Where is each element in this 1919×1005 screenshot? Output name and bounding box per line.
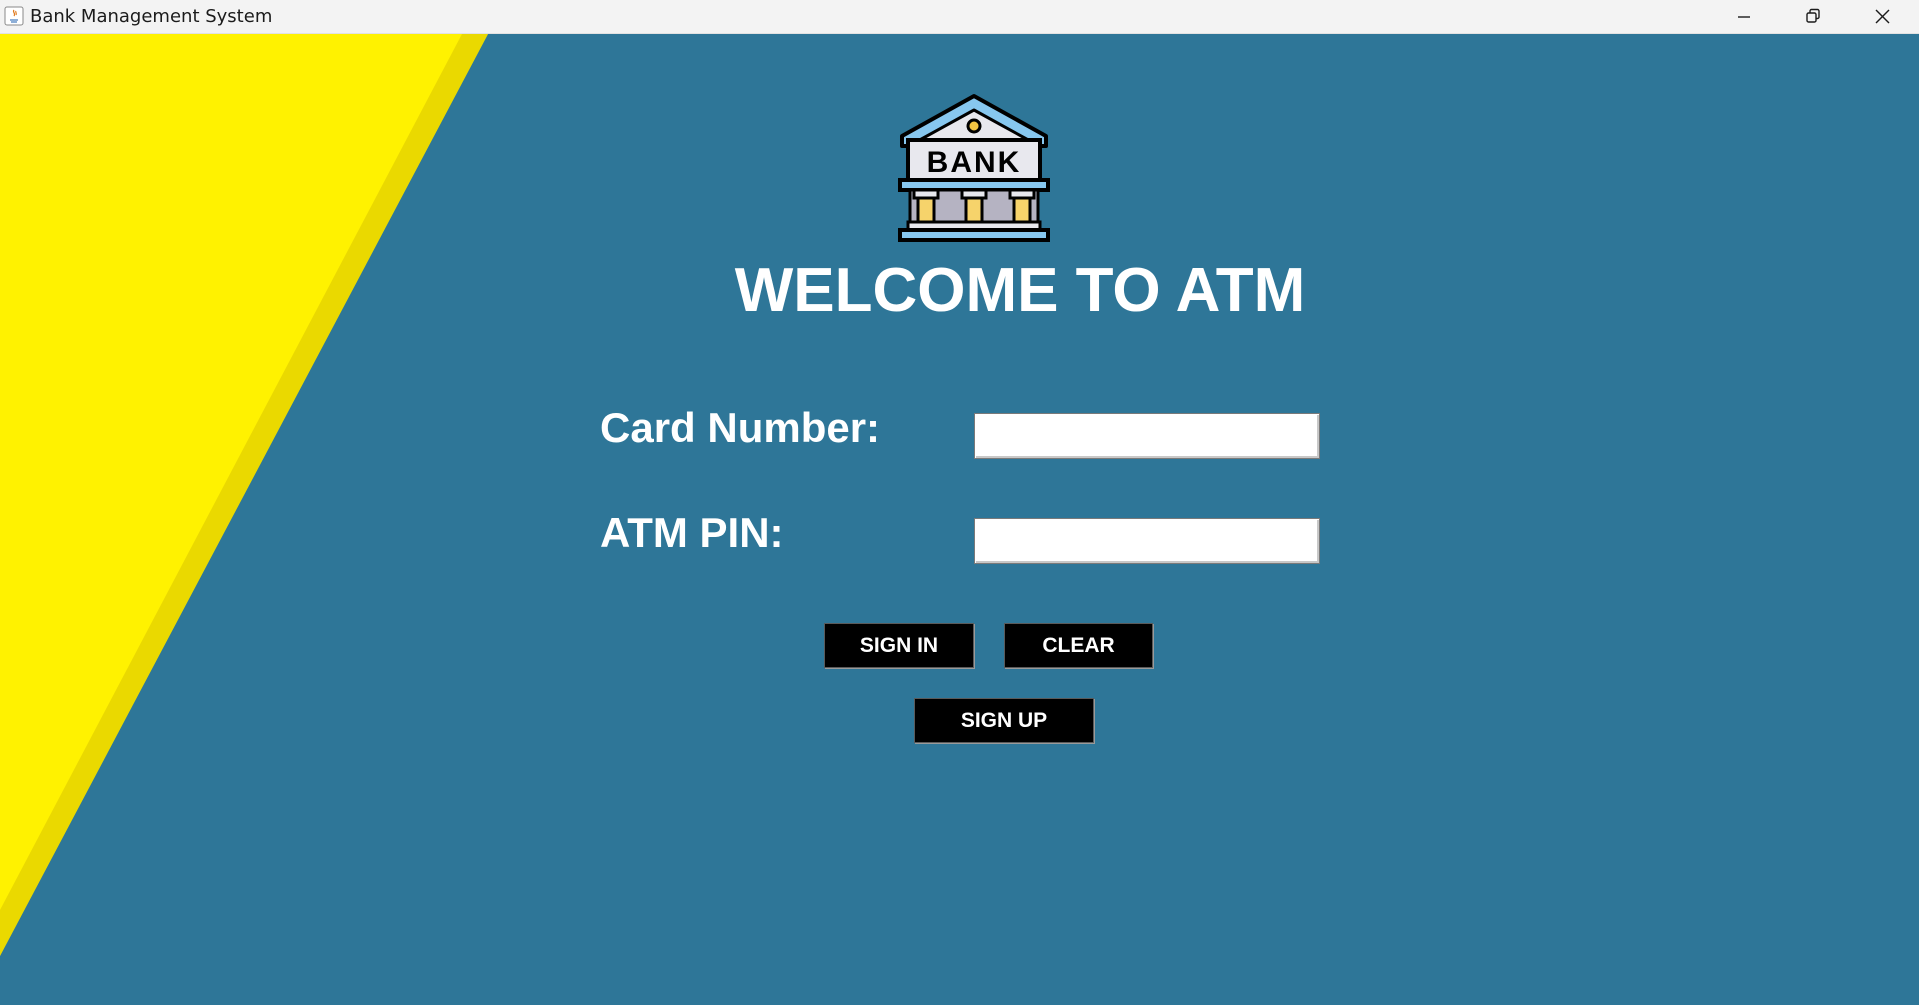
bank-building-icon: BANK xyxy=(898,94,1050,242)
title-bar: Bank Management System xyxy=(0,0,1919,34)
close-button[interactable] xyxy=(1848,0,1916,34)
bank-logo-text: BANK xyxy=(927,146,1022,179)
login-panel: BANK WELCOME TO ATM Card Number: ATM PIN… xyxy=(0,34,1919,1005)
restore-icon xyxy=(1806,8,1820,23)
sign-in-button[interactable]: SIGN IN xyxy=(824,623,974,668)
sign-up-button[interactable]: SIGN UP xyxy=(914,698,1094,743)
close-icon xyxy=(1875,9,1890,24)
welcome-heading: WELCOME TO ATM xyxy=(734,256,1306,325)
restore-button[interactable] xyxy=(1779,0,1847,34)
card-number-label: Card Number: xyxy=(600,404,881,451)
minimize-button[interactable] xyxy=(1710,0,1778,34)
window-title: Bank Management System xyxy=(30,6,273,27)
java-app-icon xyxy=(4,6,24,26)
atm-pin-input[interactable] xyxy=(974,518,1320,564)
minimize-icon xyxy=(1738,16,1750,18)
atm-pin-label: ATM PIN: xyxy=(600,509,784,556)
card-number-input[interactable] xyxy=(974,413,1320,459)
clear-button[interactable]: CLEAR xyxy=(1004,623,1153,668)
